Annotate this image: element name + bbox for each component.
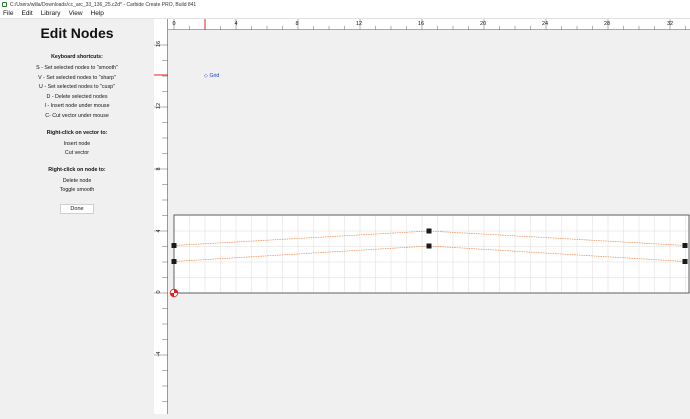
ruler-x-label-4: 4 bbox=[234, 21, 237, 27]
shortcut-sharp: V - Set selected nodes to "sharp" bbox=[38, 74, 116, 81]
ruler-y-label-4: 4 bbox=[156, 229, 162, 232]
ruler-x-label-20: 20 bbox=[480, 21, 486, 27]
menu-library[interactable]: Library bbox=[37, 10, 65, 17]
node[interactable] bbox=[426, 243, 432, 249]
node[interactable] bbox=[171, 243, 177, 248]
vector-action-cut: Cut vector bbox=[64, 150, 90, 157]
ruler-x-label-0: 0 bbox=[172, 21, 175, 27]
shortcut-cusp: U - Set selected nodes to "cusp" bbox=[39, 84, 115, 91]
menu-view[interactable]: View bbox=[65, 10, 87, 17]
edit-nodes-panel: Edit Nodes Keyboard shortcuts: S - Set s… bbox=[0, 19, 154, 414]
vector-action-insert: Insert node bbox=[63, 140, 91, 147]
node-actions-heading: Right-click on node to: bbox=[48, 166, 106, 173]
vector-actions-heading: Right-click on vector to: bbox=[46, 129, 108, 136]
done-button[interactable]: Done bbox=[60, 203, 94, 214]
ruler-x-label-24: 24 bbox=[542, 21, 548, 27]
node[interactable] bbox=[426, 228, 432, 234]
ruler-y-label-16: 16 bbox=[156, 41, 162, 47]
app-icon bbox=[2, 2, 7, 7]
shortcut-insert: I - Insert node under mouse bbox=[44, 103, 110, 110]
node-action-delete: Delete node bbox=[62, 177, 92, 184]
keyboard-shortcuts-heading: Keyboard shortcuts: bbox=[51, 54, 103, 60]
grid-label: ◇ Grid bbox=[204, 73, 219, 79]
design-canvas[interactable]: 0 4 8 12 16 20 24 28 32 16 12 8 4 0 -4 ◇… bbox=[154, 19, 690, 414]
menu-help[interactable]: Help bbox=[87, 10, 108, 17]
ruler-x-label-32: 32 bbox=[667, 21, 673, 27]
panel-title: Edit Nodes bbox=[40, 25, 114, 41]
title-bar: C:/Users/willa/Downloads/cc_arc_33_136_2… bbox=[0, 0, 690, 9]
ruler-y-label-12: 12 bbox=[156, 103, 162, 109]
ruler-y-label-8: 8 bbox=[156, 167, 162, 170]
window-title: C:/Users/willa/Downloads/cc_arc_33_136_2… bbox=[10, 1, 197, 8]
ruler-x-label-8: 8 bbox=[295, 21, 298, 27]
design-canvas-area[interactable]: 0 4 8 12 16 20 24 28 32 16 12 8 4 0 -4 ◇… bbox=[154, 19, 690, 414]
menu-file[interactable]: File bbox=[0, 10, 17, 17]
node[interactable] bbox=[682, 259, 688, 264]
menu-edit[interactable]: Edit bbox=[17, 10, 36, 17]
ruler-x-label-16: 16 bbox=[418, 21, 424, 27]
menu-bar: File Edit Library View Help bbox=[0, 9, 690, 19]
ruler-y-label-0: 0 bbox=[156, 290, 162, 293]
node[interactable] bbox=[171, 259, 177, 264]
shortcut-smooth: S - Set selected nodes to "smooth" bbox=[36, 65, 118, 71]
origin-icon bbox=[169, 288, 179, 298]
shortcut-cut: C- Cut vector under mouse bbox=[45, 112, 109, 119]
stock-material bbox=[173, 214, 690, 294]
ruler-x-label-28: 28 bbox=[604, 21, 610, 27]
ruler-y-label-minus4: -4 bbox=[156, 352, 162, 357]
ruler-x-label-12: 12 bbox=[356, 21, 362, 27]
node-action-toggle-smooth: Toggle smooth bbox=[59, 187, 95, 194]
node[interactable] bbox=[682, 243, 688, 248]
shortcut-delete: D - Delete selected nodes bbox=[46, 93, 108, 100]
